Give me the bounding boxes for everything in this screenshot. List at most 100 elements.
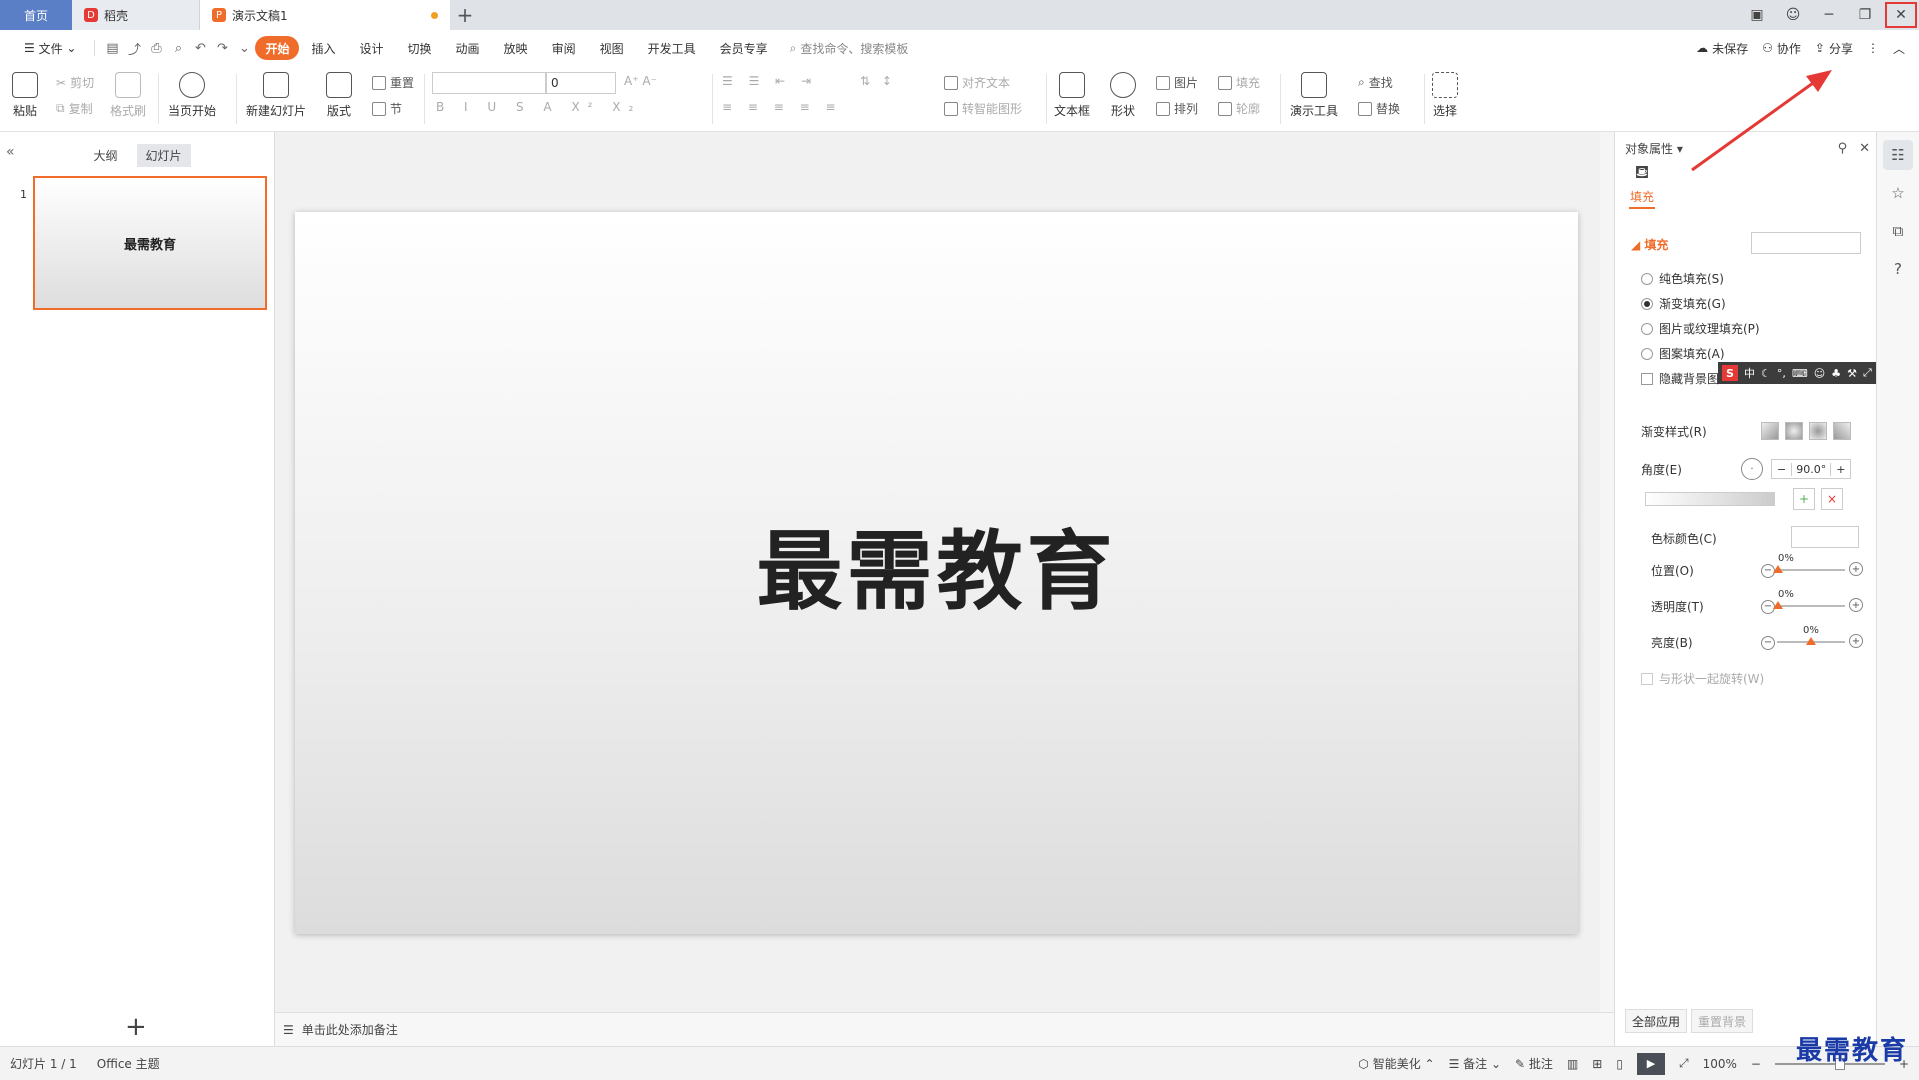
export-icon[interactable]: ⤴ — [123, 37, 145, 59]
tab-daoke[interactable]: D 稻壳 — [72, 0, 200, 30]
position-slider[interactable] — [1777, 569, 1845, 571]
slide[interactable]: 最需教育 — [295, 212, 1578, 934]
pin-icon[interactable]: ⚲ — [1838, 141, 1848, 156]
minimize-icon[interactable]: ─ — [1811, 0, 1847, 30]
slide-thumbnail[interactable]: 最需教育 — [33, 176, 267, 310]
font-name-combo[interactable] — [432, 72, 546, 94]
layout-button[interactable]: 版式 — [326, 72, 352, 119]
tab-view[interactable]: 视图 — [588, 36, 636, 60]
reading-view-icon[interactable]: ▯ — [1616, 1057, 1623, 1071]
delete-stop-icon[interactable]: × — [1821, 488, 1843, 510]
close-window-icon[interactable]: ✕ — [1883, 0, 1919, 30]
angle-stepper[interactable]: − 90.0° + — [1771, 459, 1852, 479]
angle-dial-icon[interactable]: · — [1741, 458, 1763, 480]
find-button[interactable]: ⌕ 查找 — [1358, 74, 1393, 91]
copy-button[interactable]: ⧉ 复制 — [56, 100, 93, 117]
radial-gradient-icon[interactable] — [1785, 422, 1803, 440]
linear-gradient-icon[interactable] — [1761, 422, 1779, 440]
angle-value[interactable]: 90.0° — [1791, 462, 1832, 476]
tab-developer[interactable]: 开发工具 — [636, 36, 708, 60]
arrange-button[interactable]: 排列 — [1156, 100, 1198, 117]
window-layout-icon[interactable]: ▣ — [1739, 0, 1775, 30]
save-icon[interactable]: ▤ — [101, 37, 123, 59]
properties-sliders-icon[interactable]: ☷ — [1883, 140, 1913, 170]
present-tools-button[interactable]: 演示工具 — [1290, 72, 1338, 119]
plus-icon[interactable]: + — [1849, 634, 1863, 648]
unsaved-button[interactable]: ☁ 未保存 — [1696, 40, 1748, 57]
file-menu[interactable]: ☰ 文件 ⌄ — [12, 36, 88, 60]
print-preview-icon[interactable]: ⌕ — [167, 37, 189, 59]
minus-icon[interactable]: − — [1761, 635, 1775, 650]
apply-all-button[interactable]: 全部应用 — [1625, 1009, 1688, 1033]
expand-icon[interactable]: ⤢ — [1863, 366, 1872, 380]
help-icon[interactable]: ? — [1883, 254, 1913, 284]
keyboard-icon[interactable]: ⌨ — [1792, 367, 1808, 380]
tab-transition[interactable]: 切换 — [396, 36, 444, 60]
wrench-icon[interactable]: ⚒ — [1847, 367, 1857, 380]
moon-icon[interactable]: ☾ — [1761, 367, 1771, 380]
rect-gradient-icon[interactable] — [1809, 422, 1827, 440]
more-icon[interactable]: ⋮ — [1867, 41, 1879, 55]
tab-insert[interactable]: 插入 — [299, 36, 347, 60]
stop-color-dropdown[interactable] — [1791, 526, 1859, 548]
align-text-button[interactable]: 对齐文本 — [944, 74, 1010, 91]
cut-button[interactable]: ✂ 剪切 — [56, 74, 94, 91]
align-icons[interactable]: ≡ ≡ ≡ ≡ ≡ — [722, 100, 842, 114]
add-slide-plus-icon[interactable]: + — [125, 1012, 147, 1042]
tab-slides[interactable]: 幻灯片 — [136, 144, 191, 167]
tab-home[interactable]: 首页 — [0, 0, 72, 30]
theme-name[interactable]: Office 主题 — [97, 1055, 160, 1072]
gradient-bar[interactable] — [1645, 492, 1775, 506]
comments-button[interactable]: ✎ 批注 — [1515, 1055, 1553, 1072]
pattern-fill-option[interactable]: 图案填充(A) — [1641, 345, 1903, 362]
section-button[interactable]: 节 — [372, 100, 402, 117]
restore-icon[interactable]: ❐ — [1847, 0, 1883, 30]
path-gradient-icon[interactable] — [1833, 422, 1851, 440]
textbox-button[interactable]: 文本框 — [1054, 72, 1090, 119]
undo-icon[interactable]: ↶ — [189, 37, 211, 59]
redo-icon[interactable]: ↷ — [211, 37, 233, 59]
format-painter-button[interactable]: 格式刷 — [110, 72, 146, 119]
transparency-knob[interactable] — [1773, 601, 1783, 609]
close-panel-icon[interactable]: ✕ — [1859, 141, 1870, 156]
slide-title[interactable]: 最需教育 — [757, 501, 1117, 626]
select-button[interactable]: 选择 — [1432, 72, 1458, 119]
reset-button[interactable]: 重置 — [372, 74, 414, 91]
tab-animation[interactable]: 动画 — [444, 36, 492, 60]
print-icon[interactable]: ⎙ — [145, 37, 167, 59]
notes-toggle-button[interactable]: ☰ 备注 ⌄ — [1449, 1055, 1501, 1072]
sorter-view-icon[interactable]: ⊞ — [1592, 1057, 1602, 1071]
picture-button[interactable]: 图片 — [1156, 74, 1198, 91]
fit-window-icon[interactable]: ⤢ — [1679, 1056, 1689, 1071]
transparency-slider[interactable] — [1777, 605, 1845, 607]
tab-member[interactable]: 会员专享 — [708, 36, 780, 60]
paste-button[interactable]: 粘贴 — [12, 72, 38, 119]
font-size-combo[interactable]: 0 — [546, 72, 616, 94]
tab-design[interactable]: 设计 — [348, 36, 396, 60]
tab-start[interactable]: 开始 — [255, 36, 300, 60]
punctuation-icon[interactable]: °, — [1777, 367, 1786, 380]
new-tab-plus-icon[interactable]: + — [450, 0, 480, 30]
play-current-button[interactable]: 当页开始 — [168, 72, 216, 119]
plus-icon[interactable]: + — [1849, 562, 1863, 576]
customize-icon[interactable]: ⌄ — [233, 37, 255, 59]
fill-button[interactable]: 填充 — [1218, 74, 1260, 91]
minus-icon[interactable]: − — [1772, 463, 1791, 476]
font-grow-icon[interactable]: A⁺ A⁻ — [624, 74, 657, 88]
gradient-fill-option[interactable]: 渐变填充(G) — [1641, 295, 1903, 312]
beautify-button[interactable]: ⬡ 智能美化 ⌃ — [1358, 1055, 1434, 1072]
plus-icon[interactable]: + — [1831, 463, 1850, 476]
plus-icon[interactable]: + — [1849, 598, 1863, 612]
share-button[interactable]: ⇪ 分享 — [1815, 40, 1853, 57]
position-knob[interactable] — [1773, 565, 1783, 573]
tab-outline[interactable]: 大纲 — [84, 144, 126, 167]
reset-background-button[interactable]: 重置背景 — [1691, 1009, 1754, 1033]
normal-view-icon[interactable]: ▥ — [1567, 1057, 1578, 1071]
user-avatar-icon[interactable]: ☺ — [1775, 0, 1811, 30]
outline-button[interactable]: 轮廓 — [1218, 100, 1260, 117]
font-format-icons[interactable]: B I U S A X² X₂ — [436, 100, 641, 114]
list-icons[interactable]: ☰ ☰ ⇤ ⇥ — [722, 74, 817, 88]
panel-title[interactable]: 对象属性 ▾ — [1625, 140, 1683, 157]
skin-icon[interactable]: ♣ — [1831, 367, 1841, 380]
new-slide-button[interactable]: 新建幻灯片 — [246, 72, 306, 119]
